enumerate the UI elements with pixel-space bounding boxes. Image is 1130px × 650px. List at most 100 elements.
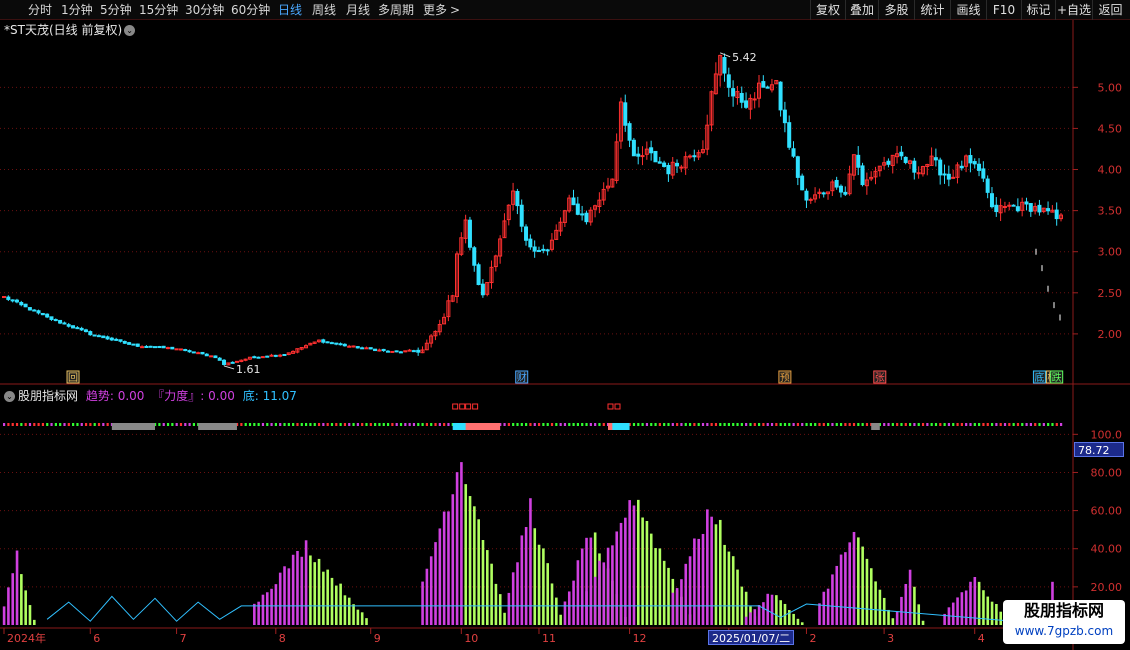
trend-bars	[2, 462, 1063, 625]
signal-dot	[240, 423, 243, 426]
trend-bar	[473, 506, 476, 625]
date-tick-label: 4	[978, 632, 985, 645]
signal-dot	[904, 423, 907, 426]
trend-bar	[770, 594, 774, 625]
candle-body	[761, 81, 766, 88]
signal-dot	[956, 423, 959, 426]
signal-dot	[261, 423, 265, 426]
signal-dot	[913, 423, 916, 426]
signal-dot	[1060, 423, 1063, 426]
signal-dot	[861, 423, 864, 426]
signal-block	[465, 423, 501, 430]
candle-body	[636, 153, 641, 157]
signal-dot	[758, 423, 761, 426]
signal-dot	[770, 423, 774, 426]
candle-body	[325, 341, 330, 344]
trend-bar	[20, 574, 23, 625]
candle-body	[273, 354, 278, 357]
signal-dot	[537, 423, 541, 426]
signal-block	[133, 423, 147, 430]
trend-bar	[887, 609, 890, 625]
candle-body	[744, 100, 749, 108]
signal-band	[3, 403, 1063, 430]
signal-dot	[516, 423, 519, 426]
trend-bar	[736, 569, 739, 625]
trend-bar	[442, 511, 446, 625]
trend-bar	[365, 618, 368, 625]
signal-dot	[1055, 423, 1058, 426]
date-tick-label: 12	[633, 632, 647, 645]
candle-body	[217, 357, 222, 361]
trend-bar	[278, 572, 282, 625]
signal-dot	[443, 423, 446, 426]
trend-bar	[33, 619, 36, 625]
candle-body	[765, 86, 770, 89]
trend-bar	[908, 569, 912, 625]
candle-body	[83, 329, 88, 333]
candle-body	[662, 162, 667, 167]
signal-dot	[520, 423, 523, 426]
candle-body	[942, 173, 947, 176]
candle-body	[1011, 204, 1016, 207]
candle-body	[959, 165, 964, 169]
signal-dot	[1003, 423, 1007, 426]
signal-dot	[434, 423, 437, 426]
candle-body	[96, 335, 101, 338]
signal-dot	[369, 423, 372, 426]
trend-bar	[563, 601, 567, 625]
candle-body	[675, 162, 680, 167]
trend-bar	[693, 538, 696, 625]
candle-body	[985, 178, 990, 193]
signal-dot	[326, 423, 329, 426]
price-tick-label: 4.00	[1098, 164, 1123, 177]
signal-dot	[900, 423, 903, 426]
candle-body	[23, 303, 28, 308]
trend-bar	[848, 542, 851, 625]
trend-bar	[330, 577, 334, 625]
signal-dot	[503, 423, 506, 426]
signal-dot	[792, 423, 795, 426]
trend-bar	[822, 591, 826, 625]
signal-dot	[512, 423, 515, 426]
trend-bar	[619, 522, 623, 625]
signal-dot	[576, 423, 579, 426]
trend-bar	[567, 591, 571, 625]
signal-dot	[952, 423, 955, 426]
candle-body	[75, 327, 80, 330]
trend-bar	[11, 573, 15, 625]
candle-body	[191, 351, 196, 354]
candle-body	[269, 354, 274, 357]
trend-bar	[576, 560, 580, 625]
signal-dot	[982, 423, 985, 426]
signal-dot	[76, 423, 79, 426]
candle-body	[778, 81, 783, 111]
signal-dot	[382, 423, 385, 426]
trend-bar	[857, 537, 860, 625]
signal-dot	[84, 423, 88, 426]
trend-bar	[602, 562, 606, 625]
signal-dot	[305, 423, 308, 426]
signal-dot	[386, 423, 390, 426]
candle-body	[782, 109, 787, 124]
signal-dot	[1042, 423, 1045, 426]
trend-bar	[800, 622, 804, 625]
signal-dot	[322, 423, 325, 426]
candle-body	[722, 57, 727, 74]
trend-bar	[895, 611, 899, 625]
trend-bar	[421, 581, 424, 625]
trend-bar	[891, 618, 895, 625]
signal-dot	[1029, 423, 1032, 426]
signal-dot	[637, 423, 640, 426]
candle-body	[1028, 203, 1033, 212]
signal-block	[871, 423, 880, 430]
chart-canvas[interactable]: 2.00 2.50 3.00 3.50 4.00 4.50 5.00 20.00 40.00 60…	[0, 0, 1130, 650]
candle-body	[821, 192, 826, 195]
candle-body	[536, 250, 541, 253]
trend-bar	[835, 565, 839, 625]
trend-bar	[757, 605, 761, 625]
trend-bar	[684, 563, 688, 625]
signal-dot	[934, 423, 938, 426]
candle-body	[1054, 209, 1059, 220]
signal-dot	[749, 423, 752, 426]
trend-bar	[429, 556, 433, 625]
